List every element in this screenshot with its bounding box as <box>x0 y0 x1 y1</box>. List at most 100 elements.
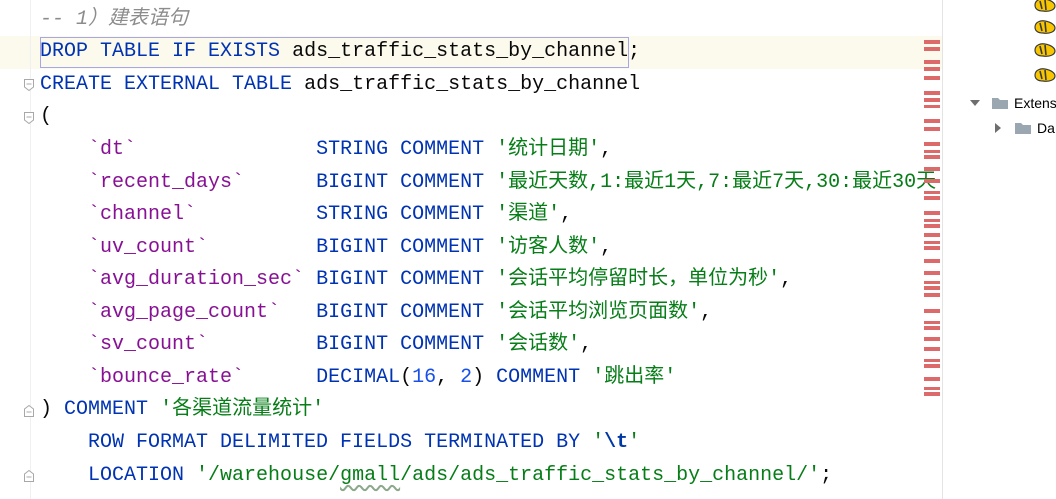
hive-datasource-icon[interactable] <box>1033 19 1056 35</box>
keyword-token: BIGINT COMMENT <box>316 333 485 357</box>
code-line[interactable]: `avg_page_count` BIGINT COMMENT '会话平均浏览页… <box>40 297 942 330</box>
error-stripe-mark[interactable] <box>924 337 940 341</box>
error-stripe-mark[interactable] <box>924 105 940 108</box>
error-stripe[interactable] <box>922 0 942 499</box>
fold-end-icon[interactable] <box>23 404 35 418</box>
error-stripe-mark[interactable] <box>924 259 940 263</box>
tree-node-da[interactable]: Da <box>943 118 1056 138</box>
error-stripe-mark[interactable] <box>924 293 940 297</box>
fold-start-icon[interactable] <box>23 78 35 92</box>
code-line[interactable]: ) COMMENT '各渠道流量统计' <box>40 394 942 427</box>
string-literal-token: /ads/ads_traffic_stats_by_channel/' <box>400 463 821 487</box>
error-stripe-mark[interactable] <box>924 155 940 159</box>
error-stripe-mark[interactable] <box>924 364 940 368</box>
hive-datasource-icon[interactable] <box>1033 67 1056 83</box>
folder-icon <box>1014 121 1032 135</box>
number-literal-token: 16 <box>412 365 437 389</box>
hive-datasource-icon[interactable] <box>1033 0 1056 13</box>
error-stripe-mark[interactable] <box>924 286 940 290</box>
error-stripe-mark[interactable] <box>924 309 940 313</box>
error-stripe-mark[interactable] <box>924 387 940 390</box>
chevron-right-icon[interactable] <box>993 123 1003 133</box>
gutter[interactable] <box>0 0 37 499</box>
string-literal-token: '会话平均停留时长，单位为秒' <box>496 268 781 292</box>
error-stripe-mark[interactable] <box>924 40 940 44</box>
punctuation-token: , <box>436 365 461 389</box>
code-line[interactable]: `sv_count` BIGINT COMMENT '会话数', <box>40 329 942 362</box>
keyword-token: CREATE EXTERNAL TABLE <box>40 72 293 96</box>
error-stripe-mark[interactable] <box>924 246 940 250</box>
code-line[interactable]: `avg_duration_sec` BIGINT COMMENT '会话平均停… <box>40 264 942 297</box>
error-stripe-mark[interactable] <box>924 119 940 123</box>
code-line[interactable]: `bounce_rate` DECIMAL(16, 2) COMMENT '跳出… <box>40 362 942 395</box>
code-line[interactable]: `uv_count` BIGINT COMMENT '访客人数', <box>40 232 942 265</box>
hive-datasource-icon[interactable] <box>1033 42 1056 58</box>
error-stripe-mark[interactable] <box>924 377 940 381</box>
string-literal-token: '跳出率' <box>592 365 677 389</box>
punctuation-token: ( <box>40 105 53 129</box>
error-stripe-mark[interactable] <box>924 359 940 362</box>
error-stripe-mark[interactable] <box>924 271 940 275</box>
error-stripe-mark[interactable] <box>924 67 940 71</box>
code-line[interactable]: ( <box>40 101 942 134</box>
error-stripe-mark[interactable] <box>924 321 940 324</box>
punctuation-token: ; <box>820 463 833 487</box>
error-stripe-mark[interactable] <box>924 76 940 80</box>
code-line[interactable]: -- 1）建表语句 <box>40 4 942 37</box>
error-stripe-mark[interactable] <box>924 91 940 95</box>
error-stripe-mark[interactable] <box>924 127 940 131</box>
error-stripe-mark[interactable] <box>924 196 940 200</box>
error-stripe-mark[interactable] <box>924 241 940 244</box>
error-stripe-mark[interactable] <box>924 47 940 51</box>
error-stripe-mark[interactable] <box>924 98 940 102</box>
error-stripe-mark[interactable] <box>924 281 940 284</box>
code-line[interactable]: DROP TABLE IF EXISTS ads_traffic_stats_b… <box>40 36 942 69</box>
fold-end-icon[interactable] <box>23 469 35 483</box>
error-stripe-mark[interactable] <box>924 326 940 330</box>
code-line[interactable]: ROW FORMAT DELIMITED FIELDS TERMINATED B… <box>40 427 942 460</box>
chevron-down-icon[interactable] <box>970 98 980 108</box>
error-stripe-mark[interactable] <box>924 224 940 228</box>
punctuation-token: , <box>600 137 613 161</box>
tree-node-extensions[interactable]: Extens <box>943 93 1056 113</box>
punctuation-token: , <box>560 203 573 227</box>
error-stripe-mark[interactable] <box>924 392 940 396</box>
punctuation-token: , <box>580 333 593 357</box>
sql-editor[interactable]: -- 1）建表语句 DROP TABLE IF EXISTS ads_traffi… <box>0 0 942 499</box>
string-literal-token: '会话数' <box>496 333 581 357</box>
error-stripe-mark[interactable] <box>924 211 940 215</box>
code-line[interactable]: CREATE EXTERNAL TABLE ads_traffic_stats_… <box>40 69 942 102</box>
error-stripe-mark[interactable] <box>924 60 940 64</box>
code-line[interactable]: `channel` STRING COMMENT '渠道', <box>40 199 942 232</box>
code-line[interactable]: `dt` STRING COMMENT '统计日期', <box>40 134 942 167</box>
keyword-token: STRING COMMENT <box>316 137 485 161</box>
quoted-identifier-token: `bounce_rate` <box>88 365 245 389</box>
error-stripe-mark[interactable] <box>924 142 940 146</box>
error-stripe-mark[interactable] <box>924 179 940 183</box>
error-stripe-mark[interactable] <box>924 233 940 237</box>
code-line[interactable]: LOCATION '/warehouse/gmall/ads/ads_traff… <box>40 460 942 493</box>
error-stripe-mark[interactable] <box>924 219 940 222</box>
error-stripe-mark[interactable] <box>924 191 940 194</box>
fold-start-icon[interactable] <box>23 111 35 125</box>
error-stripe-mark[interactable] <box>924 150 940 153</box>
string-literal-token: '最近天数,1:最近1天,7:最近7天,30:最近30天 <box>496 170 937 194</box>
code-area[interactable]: -- 1）建表语句 DROP TABLE IF EXISTS ads_traffi… <box>40 4 942 492</box>
error-stripe-mark[interactable] <box>924 167 940 171</box>
error-stripe-mark[interactable] <box>924 347 940 351</box>
code-line[interactable]: `recent_days` BIGINT COMMENT '最近天数,1:最近1… <box>40 167 942 200</box>
